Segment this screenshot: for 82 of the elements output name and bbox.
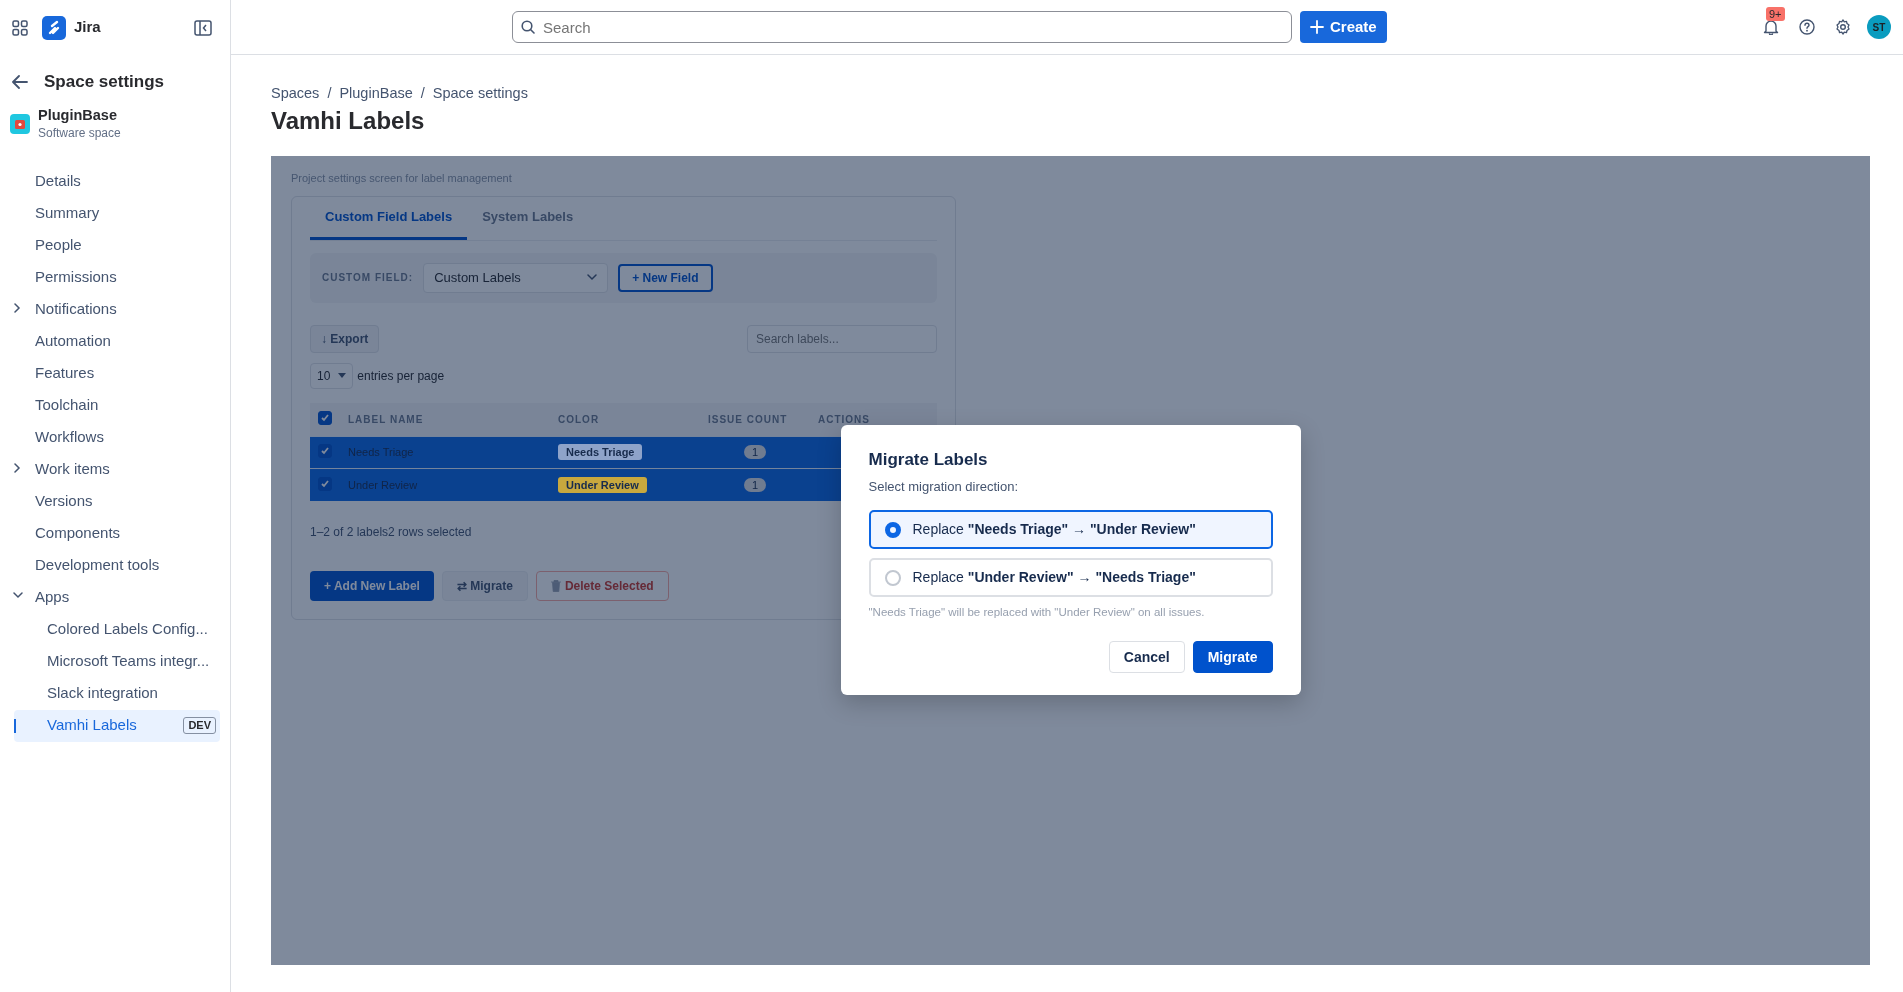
dialog-title: Migrate Labels [868, 449, 989, 472]
column-header: LABEL NAME [348, 413, 424, 425]
field-label: CUSTOM FIELD: [322, 271, 414, 286]
issue-count: 1 [743, 477, 767, 492]
sidebar-item[interactable]: Microsoft Teams integr... [0, 645, 230, 678]
sidebar-item[interactable]: Slack integration [0, 677, 230, 710]
sidebar-item[interactable]: Workflows [0, 421, 230, 454]
back-arrow-icon[interactable] [12, 74, 28, 89]
label-name: Under Review [348, 478, 418, 491]
help-icon[interactable] [1799, 19, 1815, 35]
migrate-button[interactable]: Migrate [1192, 641, 1273, 674]
column-header: ACTIONS [818, 413, 870, 425]
column-header: COLOR [558, 413, 600, 425]
color-tag: Needs Triage [558, 444, 643, 461]
chevron-right-icon[interactable] [13, 462, 23, 473]
bell-icon[interactable] [1763, 19, 1779, 35]
radio-button[interactable] [884, 521, 901, 538]
chevron-down-icon[interactable] [13, 590, 23, 601]
user-avatar[interactable]: ST [1867, 15, 1891, 39]
option-label: Replace "Needs Triage" → "Under Review" [912, 520, 1196, 540]
jira-logo-icon[interactable] [42, 15, 66, 40]
page-title: Vamhi Labels [271, 106, 426, 136]
sidebar-title: Space settings [44, 71, 164, 93]
product-name: Jira [74, 17, 101, 38]
checkmark-icon [320, 413, 330, 424]
color-tag: Under Review [558, 476, 647, 493]
settings-icon[interactable] [1835, 19, 1851, 35]
cancel-button[interactable]: Cancel [1108, 641, 1185, 674]
notification-badge: 9+ [1766, 7, 1785, 21]
dialog-hint: "Needs Triage" will be replaced with "Under Review" on all issues. [868, 605, 1206, 621]
sidebar-item[interactable]: Toolchain [0, 389, 230, 422]
sidebar-item[interactable]: Vamhi Labels DEV [14, 709, 220, 742]
space-name[interactable]: PluginBase [38, 106, 121, 124]
checkbox[interactable] [318, 476, 332, 491]
column-header: ISSUE COUNT [708, 413, 788, 425]
custom-field-select[interactable]: Custom Labels [423, 262, 609, 293]
sidebar-item[interactable]: Work items [0, 453, 230, 486]
dev-badge: DEV [183, 717, 216, 734]
sidebar-item[interactable]: Colored Labels Config... [0, 613, 230, 646]
breadcrumb-separator: / [420, 84, 425, 103]
sidebar-item[interactable]: Details [0, 165, 230, 198]
sidebar-item[interactable]: Apps [0, 581, 230, 614]
checkbox[interactable] [318, 444, 332, 459]
sidebar-item[interactable]: People [0, 229, 230, 262]
search-icon [521, 20, 535, 34]
sidebar-item[interactable]: Versions [0, 485, 230, 518]
caption-text: Project settings screen for label management [291, 170, 513, 186]
checkbox[interactable] [318, 411, 332, 426]
migration-option[interactable]: Replace "Under Review" → "Needs Triage" [868, 558, 1273, 598]
chevron-down-icon [587, 272, 598, 283]
option-label: Replace "Under Review" → "Needs Triage" [912, 568, 1196, 588]
checkmark-icon [320, 478, 330, 489]
checkmark-icon [320, 446, 330, 457]
dialog-subtitle: Select migration direction: [868, 477, 1020, 496]
sidebar-item[interactable]: Features [0, 357, 230, 390]
search-field[interactable]: Search [512, 11, 1292, 43]
plus-icon [1310, 20, 1324, 34]
space-avatar-icon [10, 114, 30, 134]
breadcrumb-link[interactable]: Spaces [271, 83, 320, 105]
table-summary: 1–2 of 2 labels2 rows selected [310, 523, 472, 541]
sidebar-item[interactable]: Summary [0, 197, 230, 230]
space-type: Software space [38, 124, 121, 142]
breadcrumb-link[interactable]: Space settings [432, 83, 528, 105]
sidebar-item[interactable]: Permissions [0, 261, 230, 294]
radio-button[interactable] [884, 569, 901, 586]
sidebar-item[interactable]: Automation [0, 325, 230, 358]
sidebar-item[interactable]: Development tools [0, 549, 230, 582]
breadcrumb-link[interactable]: PluginBase [339, 83, 413, 105]
sidebar-item[interactable]: Components [0, 517, 230, 550]
issue-count: 1 [743, 445, 767, 460]
trash-icon [550, 579, 561, 592]
sidebar-toggle-icon[interactable] [194, 19, 212, 36]
caret-down-icon [338, 372, 347, 379]
migration-option[interactable]: Replace "Needs Triage" → "Under Review" [868, 510, 1273, 550]
breadcrumb-separator: / [327, 84, 332, 103]
app-switcher-icon[interactable] [12, 19, 28, 36]
page-size-select[interactable]: 10 [310, 362, 354, 389]
entries-label: entries per page [357, 367, 445, 385]
sidebar-item[interactable]: Notifications [0, 293, 230, 326]
label-name: Needs Triage [348, 446, 414, 459]
chevron-right-icon[interactable] [13, 302, 23, 313]
create-button[interactable]: Create [1300, 11, 1387, 43]
